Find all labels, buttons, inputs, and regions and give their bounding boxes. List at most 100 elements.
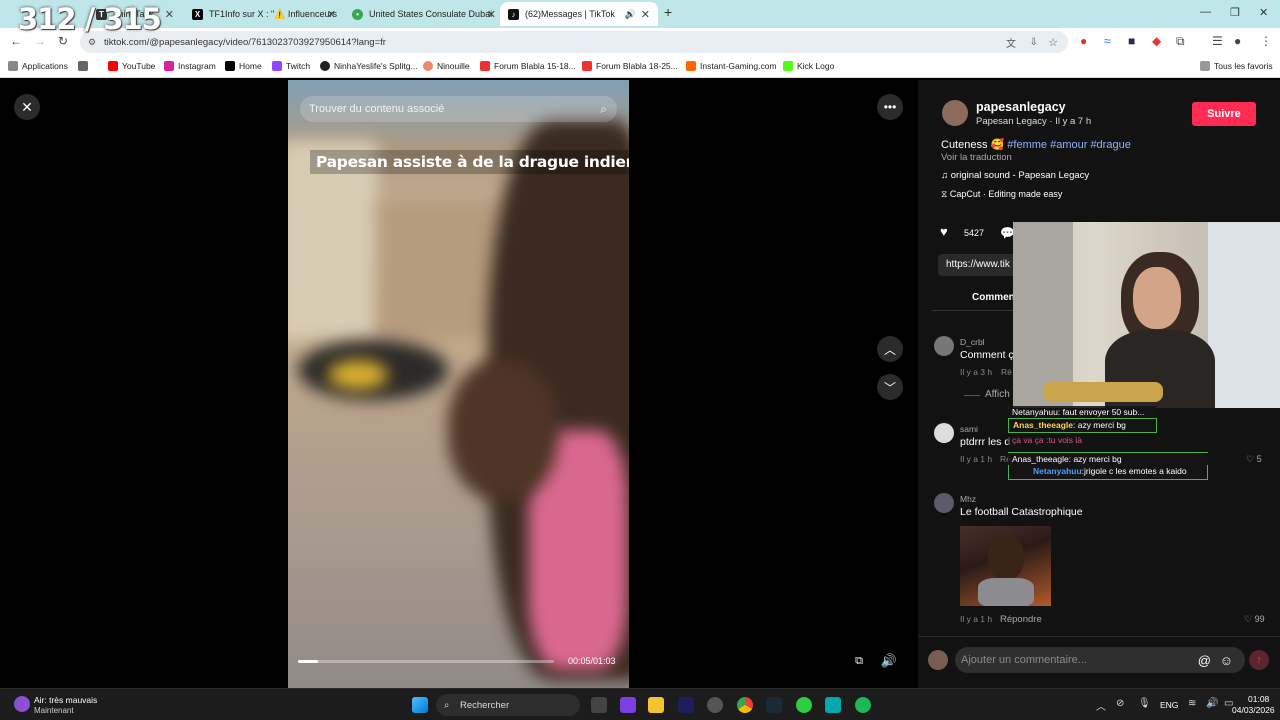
bookmark-forum-18-25[interactable]: Forum Blabla 18-25... — [582, 61, 678, 71]
close-icon[interactable]: ✕ — [327, 8, 336, 21]
tray-icon[interactable]: ⊘ — [1116, 698, 1124, 709]
heart-icon[interactable]: ♥ — [940, 224, 948, 239]
reload-icon[interactable]: ↻ — [58, 34, 68, 48]
avatar[interactable] — [934, 423, 954, 443]
bookmark-youtube[interactable]: YouTube — [108, 61, 155, 71]
bookmark-home[interactable]: Home — [225, 61, 262, 71]
task-view-icon[interactable] — [591, 697, 607, 713]
extension-icon[interactable]: ◆ — [1152, 34, 1161, 48]
tab-tiktok[interactable]: ♪ (62)Messages | TikTok 🔊 ✕ — [500, 2, 658, 26]
clock-date[interactable]: 04/03/2026 — [1232, 705, 1275, 715]
view-replies-link[interactable]: Affich — [985, 389, 1010, 400]
related-search-input[interactable]: Trouver du contenu associé ⌕ — [300, 96, 617, 122]
steam-icon[interactable] — [766, 697, 782, 713]
weather-icon[interactable] — [14, 696, 30, 712]
app-icon[interactable] — [620, 697, 636, 713]
chrome-icon[interactable] — [737, 697, 753, 713]
language-indicator[interactable]: ENG — [1160, 700, 1178, 710]
install-icon[interactable]: ⇩ — [1030, 37, 1038, 48]
forward-arrow-icon[interactable]: → — [34, 34, 46, 48]
send-button[interactable]: ↑ — [1249, 650, 1269, 670]
more-options-icon[interactable]: ••• — [877, 94, 903, 120]
comment-input[interactable]: Ajouter un commentaire... @ ☺ — [955, 647, 1245, 673]
app-icon[interactable] — [825, 697, 841, 713]
address-bar[interactable]: ⚙ tiktok.com/@papesanlegacy/video/761302… — [80, 31, 1068, 53]
close-icon[interactable]: ✕ — [487, 8, 496, 21]
close-icon[interactable]: ✕ — [165, 8, 174, 21]
app-icon[interactable] — [796, 697, 812, 713]
clock-time[interactable]: 01:08 — [1248, 694, 1269, 704]
reading-list-icon[interactable]: ☰ — [1212, 34, 1223, 48]
volume-icon[interactable]: 🔊 — [1206, 698, 1218, 709]
mention-icon[interactable]: @ — [1198, 653, 1211, 668]
back-arrow-icon[interactable]: ← — [10, 34, 22, 48]
bookmark-forum-15-18[interactable]: Forum Blabla 15-18... — [480, 61, 576, 71]
microphone-icon[interactable]: 🎙 — [1138, 698, 1151, 709]
comment-user[interactable]: D_crbl — [960, 337, 985, 347]
bookmark-applications[interactable]: Applications — [8, 61, 68, 71]
extension-icon[interactable]: ■ — [1128, 34, 1135, 48]
menu-kebab-icon[interactable]: ⋮ — [1260, 34, 1272, 48]
comment-like[interactable]: ♡ 5 — [1246, 454, 1262, 465]
volume-icon[interactable]: 🔊 — [876, 648, 902, 674]
extensions-puzzle-icon[interactable]: ⧉ — [1176, 34, 1185, 49]
my-avatar[interactable] — [928, 650, 948, 670]
comment-gif-image[interactable] — [960, 526, 1051, 606]
reply-link[interactable]: Ré — [1001, 367, 1012, 377]
close-player-button[interactable]: ✕ — [14, 94, 40, 120]
new-tab-button[interactable]: + — [664, 4, 672, 20]
bookmark-grid[interactable] — [78, 61, 92, 71]
speaker-icon[interactable]: 🔊 — [625, 9, 636, 20]
tab-consulate[interactable]: • United States Consulate Dubai ✕ — [344, 2, 504, 26]
adblock-icon[interactable]: ● — [1080, 34, 1087, 48]
tab-comments[interactable]: Commen — [972, 292, 1015, 303]
video-player[interactable]: Trouver du contenu associé ⌕ Papesan ass… — [288, 80, 629, 688]
window-close-button[interactable]: ✕ — [1259, 6, 1268, 19]
avatar[interactable] — [934, 493, 954, 513]
reply-link[interactable]: Répondre — [1000, 614, 1042, 625]
bookmark-twitch[interactable]: Twitch — [272, 61, 310, 71]
capcut-row[interactable]: ⧖ CapCut · Editing made easy — [941, 189, 1062, 200]
profile-avatar[interactable]: ● — [1234, 34, 1241, 48]
bookmark-splitgate[interactable]: NinhaYeslife's Splitg... — [320, 61, 418, 71]
bookmark-ninouille[interactable]: Ninouille — [423, 61, 470, 71]
pip-icon[interactable]: ⧉ — [846, 648, 872, 674]
search-icon[interactable]: ⌕ — [600, 102, 607, 117]
maximize-button[interactable]: ❐ — [1230, 6, 1240, 19]
minimize-button[interactable]: — — [1200, 6, 1211, 18]
wifi-icon[interactable]: ≋ — [1188, 698, 1196, 709]
translate-icon[interactable]: 文 — [1006, 35, 1016, 50]
author-avatar[interactable] — [942, 100, 968, 126]
bookmark-kick[interactable]: Kick Logo — [783, 61, 834, 71]
comment-like[interactable]: ♡ 99 — [1244, 614, 1265, 625]
chevron-down-icon[interactable]: ﹀ — [877, 374, 903, 400]
extension-icon[interactable]: ≈ — [1104, 34, 1111, 48]
bookmark-star-icon[interactable]: ☆ — [1048, 36, 1058, 49]
tab-tf1info[interactable]: X TF1Info sur X : "⚠️ Influenceurs ✕ — [184, 2, 344, 26]
translate-link[interactable]: Voir la traduction — [941, 152, 1012, 163]
premiere-icon[interactable] — [678, 697, 694, 713]
avatar[interactable] — [934, 336, 954, 356]
emoji-icon[interactable]: ☺ — [1220, 653, 1233, 668]
spotify-icon[interactable] — [855, 697, 871, 713]
comment-user[interactable]: sami — [960, 424, 978, 434]
chevron-up-icon[interactable]: ︿ — [877, 336, 903, 362]
comment-user[interactable]: Mhz — [960, 494, 976, 504]
bookmark-instagram[interactable]: Instagram — [164, 61, 216, 71]
obs-icon[interactable] — [707, 697, 723, 713]
file-explorer-icon[interactable] — [648, 697, 664, 713]
sound-row[interactable]: ♫ original sound - Papesan Legacy — [941, 170, 1089, 181]
hashtags[interactable]: #femme #amour #drague — [1007, 139, 1131, 151]
site-info-icon[interactable]: ⚙ — [88, 37, 96, 48]
follow-button[interactable]: Suivre — [1192, 102, 1256, 126]
tray-chevron-icon[interactable]: ︿ — [1096, 698, 1106, 713]
progress-bar[interactable] — [298, 660, 554, 663]
windows-start-icon[interactable] — [412, 697, 428, 713]
bookmark-instant-gaming[interactable]: Instant-Gaming.com — [686, 61, 777, 71]
weather-title[interactable]: Air: très mauvais — [34, 695, 97, 705]
all-bookmarks[interactable]: Tous les favoris — [1200, 61, 1273, 71]
taskbar-search[interactable]: ⌕ Rechercher — [436, 694, 580, 716]
close-icon[interactable]: ✕ — [641, 8, 650, 21]
author-username[interactable]: papesanlegacy — [976, 100, 1066, 114]
bookmarks-bar: Applications YouTube Instagram Home Twit… — [0, 56, 1280, 78]
